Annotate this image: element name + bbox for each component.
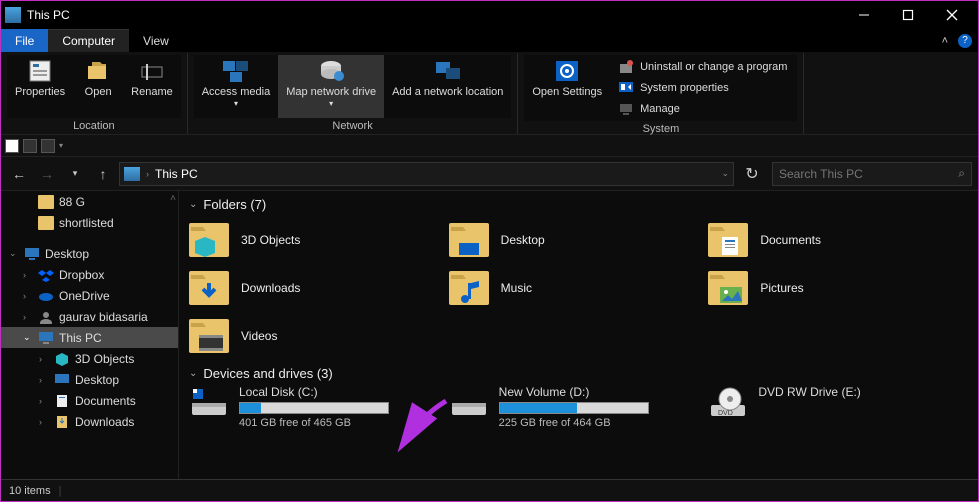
status-bar: 10 items | [1, 479, 978, 501]
monitor-icon [38, 331, 54, 345]
nav-tree[interactable]: 88 G shortlisted ⌄Desktop ›Dropbox ›OneD… [1, 191, 179, 480]
access-media-button[interactable]: Access media▾ [194, 55, 278, 118]
user-icon [38, 310, 54, 324]
tree-quick-item[interactable]: shortlisted [1, 212, 178, 233]
tab-view[interactable]: View [129, 29, 183, 52]
status-text: 10 items [9, 485, 51, 497]
drive-d[interactable]: New Volume (D:) 225 GB free of 464 GB [449, 385, 709, 429]
group-label-system: System [524, 121, 797, 137]
group-label-location: Location [7, 118, 181, 134]
cloud-icon [38, 289, 54, 303]
thispc-chip-icon [124, 167, 140, 181]
tree-desktop-child[interactable]: ›Desktop [1, 369, 178, 390]
search-input[interactable] [779, 167, 958, 181]
folder-3dobjects[interactable]: 3D Objects [189, 216, 449, 264]
tree-thispc[interactable]: ⌄This PC [1, 327, 178, 348]
search-box[interactable]: ⌕ [772, 162, 972, 186]
folder-desktop[interactable]: Desktop [449, 216, 709, 264]
qat-item-2[interactable] [41, 139, 55, 153]
qat-dropdown-icon[interactable]: ▾ [59, 141, 63, 150]
search-icon: ⌕ [958, 166, 965, 181]
drive-c-usage-bar [239, 402, 389, 414]
content-pane: ⌄Folders (7) 3D Objects Desktop Document… [179, 191, 978, 480]
ribbon: Properties Open Rename Location Access m… [1, 53, 978, 135]
open-button[interactable]: Open [73, 55, 123, 118]
tree-collapse-icon[interactable]: ˄ [170, 193, 176, 204]
desktop-icon [24, 247, 40, 261]
folder-videos[interactable]: Videos [189, 312, 449, 360]
folder-documents[interactable]: Documents [708, 216, 968, 264]
address-text: This PC [155, 167, 198, 181]
title-bar: This PC [1, 1, 978, 29]
help-icon[interactable]: ? [958, 34, 972, 48]
tree-downloads[interactable]: ›Downloads [1, 411, 178, 432]
uninstall-program-button[interactable]: Uninstall or change a program [616, 57, 791, 77]
tab-computer[interactable]: Computer [48, 29, 129, 52]
properties-button[interactable]: Properties [7, 55, 73, 118]
open-settings-button[interactable]: Open Settings [524, 55, 610, 121]
folder-pictures[interactable]: Pictures [708, 264, 968, 312]
add-network-location-button[interactable]: Add a network location [384, 55, 511, 118]
svg-text:DVD: DVD [718, 410, 733, 417]
address-dropdown-icon[interactable]: ⌄ [721, 168, 729, 179]
address-bar[interactable]: › This PC ⌄ [119, 162, 734, 186]
tree-dropbox[interactable]: ›Dropbox [1, 264, 178, 285]
open-label: Open [85, 86, 112, 99]
forward-button[interactable]: → [35, 162, 59, 186]
system-properties-button[interactable]: System properties [616, 78, 791, 98]
minimize-button[interactable] [842, 1, 886, 29]
ribbon-group-location: Properties Open Rename Location [1, 53, 188, 134]
map-network-drive-button[interactable]: Map network drive▾ [278, 55, 384, 118]
drive-dvd[interactable]: DVD DVD RW Drive (E:) [708, 385, 968, 429]
cube-icon [54, 352, 70, 366]
thispc-icon [5, 7, 21, 23]
group-label-network: Network [194, 118, 512, 134]
tree-desktop-root[interactable]: ⌄Desktop [1, 243, 178, 264]
properties-label: Properties [15, 86, 65, 99]
ribbon-group-network: Access media▾ Map network drive▾ Add a n… [188, 53, 519, 134]
section-drives-header[interactable]: ⌄Devices and drives (3) [179, 360, 978, 385]
ribbon-collapse-icon[interactable]: ˄ [942, 35, 948, 47]
qat-check-icon[interactable] [5, 139, 19, 153]
tab-file[interactable]: File [1, 29, 48, 52]
quick-access-toolbar: ▾ [1, 135, 978, 157]
folder-music[interactable]: Music [449, 264, 709, 312]
tree-quick-item[interactable]: 88 G [1, 191, 178, 212]
tree-onedrive[interactable]: ›OneDrive [1, 285, 178, 306]
dropbox-icon [38, 268, 54, 282]
qat-item-1[interactable] [23, 139, 37, 153]
window-title: This PC [27, 8, 842, 22]
manage-button[interactable]: Manage [616, 99, 791, 119]
refresh-button[interactable]: ↻ [740, 162, 764, 186]
maximize-button[interactable] [886, 1, 930, 29]
folder-downloads[interactable]: Downloads [189, 264, 449, 312]
rename-button[interactable]: Rename [123, 55, 181, 118]
drive-c[interactable]: Local Disk (C:) 401 GB free of 465 GB [189, 385, 449, 429]
section-folders-header[interactable]: ⌄Folders (7) [179, 191, 978, 216]
navigation-bar: ← → ▾ ↑ › This PC ⌄ ↻ ⌕ [1, 157, 978, 191]
ribbon-group-system: Open Settings Uninstall or change a prog… [518, 53, 804, 134]
recent-button[interactable]: ▾ [63, 162, 87, 186]
menu-bar: File Computer View ˄ ? [1, 29, 978, 53]
close-button[interactable] [930, 1, 974, 29]
tree-user[interactable]: ›gaurav bidasaria [1, 306, 178, 327]
rename-label: Rename [131, 86, 173, 99]
back-button[interactable]: ← [7, 162, 31, 186]
tree-documents[interactable]: ›Documents [1, 390, 178, 411]
up-button[interactable]: ↑ [91, 162, 115, 186]
drive-d-usage-bar [499, 402, 649, 414]
tree-3dobjects[interactable]: ›3D Objects [1, 348, 178, 369]
